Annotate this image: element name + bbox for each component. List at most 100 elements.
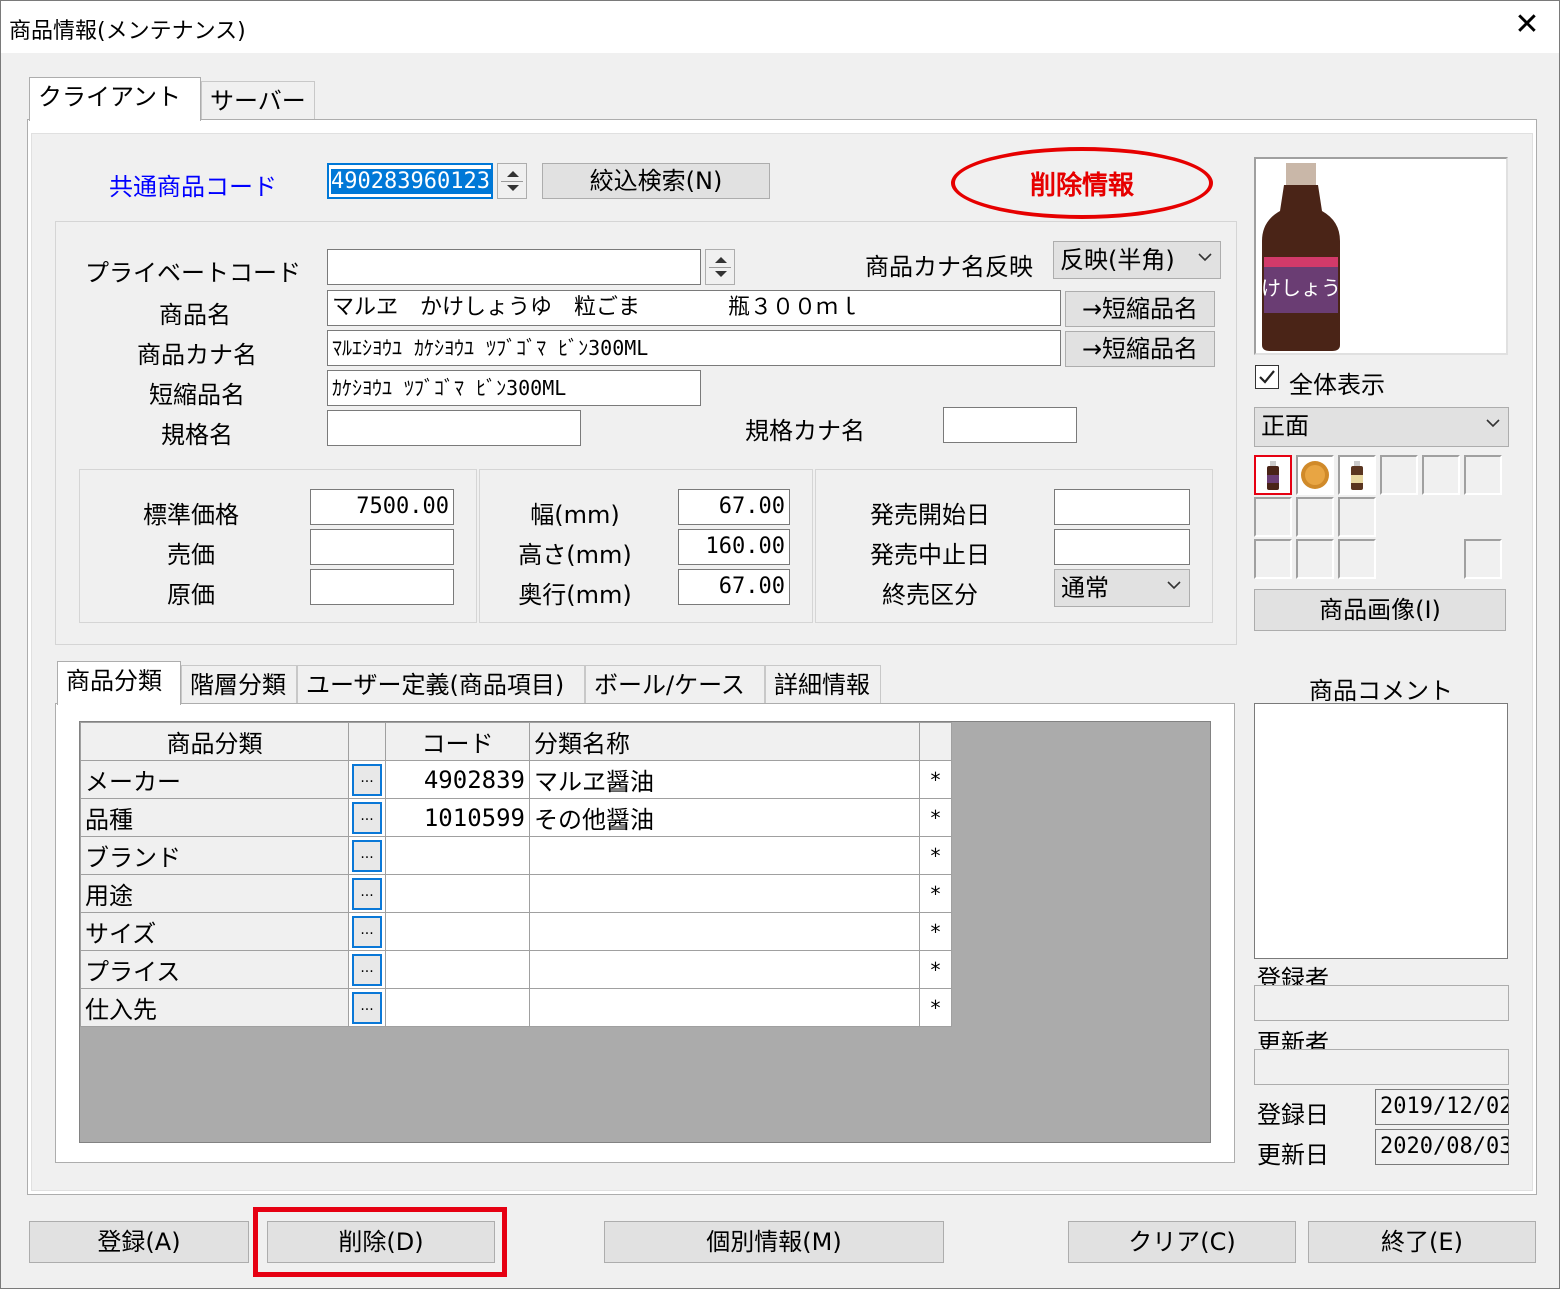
check-icon bbox=[1259, 370, 1275, 384]
row-code[interactable]: 1010599 bbox=[385, 798, 530, 837]
row-name[interactable] bbox=[529, 950, 920, 989]
category-grid-area: 商品分類 コード 分類名称 メーカー ... 4902839 マルヱ醤油 * 品… bbox=[79, 721, 1211, 1143]
tab-hierarchy[interactable]: 階層分類 bbox=[181, 665, 297, 705]
row-code[interactable] bbox=[385, 912, 530, 951]
depth-input[interactable]: 67.00 bbox=[678, 569, 790, 605]
tab-ball-case[interactable]: ボール/ケース bbox=[585, 665, 765, 705]
width-input[interactable]: 67.00 bbox=[678, 489, 790, 525]
private-code-spinner[interactable] bbox=[705, 249, 735, 285]
kana-reflect-select[interactable]: 反映(半角) bbox=[1053, 241, 1221, 279]
exit-button[interactable]: 終了(E) bbox=[1308, 1221, 1536, 1263]
product-kana-input[interactable]: ﾏﾙｴｼﾖｳﾕ ｶｹｼﾖｳﾕ ﾂﾌﾞｺﾞﾏ ﾋﾞﾝ300ML bbox=[327, 330, 1061, 366]
row-code[interactable]: 4902839 bbox=[385, 760, 530, 799]
lookup-button[interactable]: ... bbox=[352, 763, 382, 796]
tab-product-category[interactable]: 商品分類 bbox=[57, 661, 181, 705]
tab-client-label: クライアント bbox=[38, 83, 182, 111]
table-row[interactable]: サイズ ... * bbox=[80, 912, 952, 951]
row-lookup-cell: ... bbox=[348, 912, 386, 951]
tab-client[interactable]: クライアント bbox=[29, 77, 201, 121]
standard-price-input[interactable]: 7500.00 bbox=[310, 489, 454, 525]
table-row[interactable]: 用途 ... * bbox=[80, 874, 952, 913]
tab-server[interactable]: サーバー bbox=[201, 81, 315, 121]
thumbnail-empty[interactable] bbox=[1464, 455, 1502, 495]
row-name[interactable]: その他醤油 bbox=[529, 798, 920, 837]
row-required-mark: * bbox=[919, 950, 952, 989]
view-select[interactable]: 正面 bbox=[1254, 407, 1509, 447]
table-row[interactable]: プライス ... * bbox=[80, 950, 952, 989]
sales-start-input[interactable] bbox=[1054, 489, 1190, 525]
common-code-label[interactable]: 共通商品コード bbox=[109, 167, 277, 202]
thumbnail-top[interactable] bbox=[1296, 455, 1334, 495]
row-category: 仕入先 bbox=[80, 988, 349, 1027]
lookup-button[interactable]: ... bbox=[352, 915, 382, 948]
to-short-name-button-2[interactable]: →短縮品名 bbox=[1065, 331, 1215, 367]
row-code[interactable] bbox=[385, 874, 530, 913]
spec-name-input[interactable] bbox=[327, 410, 581, 446]
thumbnail-empty[interactable] bbox=[1380, 455, 1418, 495]
row-name[interactable] bbox=[529, 836, 920, 875]
row-code[interactable] bbox=[385, 836, 530, 875]
row-required-mark: * bbox=[919, 874, 952, 913]
product-comment-textarea[interactable] bbox=[1254, 703, 1508, 959]
product-image-button[interactable]: 商品画像(I) bbox=[1254, 589, 1506, 631]
row-code[interactable] bbox=[385, 950, 530, 989]
table-row[interactable]: ブランド ... * bbox=[80, 836, 952, 875]
row-name[interactable] bbox=[529, 874, 920, 913]
delete-button[interactable]: 削除(D) bbox=[267, 1221, 495, 1263]
clear-button[interactable]: クリア(C) bbox=[1068, 1221, 1296, 1263]
row-code[interactable] bbox=[385, 988, 530, 1027]
kana-reflect-label: 商品カナ名反映 bbox=[865, 253, 1033, 281]
cost-price-input[interactable] bbox=[310, 569, 454, 605]
thumbnail-front[interactable] bbox=[1254, 455, 1292, 495]
tab-user-defined[interactable]: ユーザー定義(商品項目) bbox=[297, 665, 585, 705]
thumbnail-empty[interactable] bbox=[1296, 497, 1334, 537]
end-kind-select[interactable]: 通常 bbox=[1054, 569, 1190, 607]
kana-reflect-value: 反映(半角) bbox=[1060, 246, 1175, 274]
product-comment-label: 商品コメント bbox=[1309, 677, 1453, 705]
row-name[interactable]: マルヱ醤油 bbox=[529, 760, 920, 799]
spec-kana-input[interactable] bbox=[943, 407, 1077, 443]
lookup-button[interactable]: ... bbox=[352, 801, 382, 834]
product-image-frame[interactable]: かけしょうゆ bbox=[1254, 157, 1508, 355]
register-button[interactable]: 登録(A) bbox=[29, 1221, 249, 1263]
lookup-button[interactable]: ... bbox=[352, 877, 382, 910]
sell-price-input[interactable] bbox=[310, 529, 454, 565]
thumbnail-empty[interactable] bbox=[1338, 539, 1376, 579]
common-code-input[interactable]: 4902839601235 bbox=[327, 163, 493, 199]
thumbnail-empty[interactable] bbox=[1464, 539, 1502, 579]
short-name-input[interactable]: ｶｹｼﾖｳﾕ ﾂﾌﾞｺﾞﾏ ﾋﾞﾝ300ML bbox=[327, 370, 701, 406]
height-input[interactable]: 160.00 bbox=[678, 529, 790, 565]
row-category: プライス bbox=[80, 950, 349, 989]
grid-header-button bbox=[348, 722, 386, 761]
tab-details[interactable]: 詳細情報 bbox=[765, 665, 881, 705]
table-row[interactable]: 品種 ... 1010599 その他醤油 * bbox=[80, 798, 952, 837]
thumbnail-side[interactable] bbox=[1338, 455, 1376, 495]
row-name[interactable] bbox=[529, 988, 920, 1027]
close-icon[interactable]: ✕ bbox=[1509, 7, 1545, 43]
thumbnail-empty[interactable] bbox=[1254, 497, 1292, 537]
show-all-checkbox[interactable] bbox=[1255, 365, 1279, 389]
individual-info-button[interactable]: 個別情報(M) bbox=[604, 1221, 944, 1263]
to-short-name-button-1[interactable]: →短縮品名 bbox=[1065, 291, 1215, 327]
registered-date-field: 2019/12/02 bbox=[1375, 1089, 1509, 1125]
row-category: 用途 bbox=[80, 874, 349, 913]
row-required-mark: * bbox=[919, 760, 952, 799]
lookup-button[interactable]: ... bbox=[352, 839, 382, 872]
row-name[interactable] bbox=[529, 912, 920, 951]
private-code-input[interactable] bbox=[327, 249, 701, 285]
narrow-search-button[interactable]: 絞込検索(N) bbox=[542, 163, 770, 199]
depth-label: 奥行(mm) bbox=[518, 581, 632, 609]
table-row[interactable]: メーカー ... 4902839 マルヱ醤油 * bbox=[80, 760, 952, 799]
lookup-button[interactable]: ... bbox=[352, 991, 382, 1024]
lookup-button[interactable]: ... bbox=[352, 953, 382, 986]
sales-stop-input[interactable] bbox=[1054, 529, 1190, 565]
thumbnail-empty[interactable] bbox=[1296, 539, 1334, 579]
product-name-input[interactable]: マルヱ かけしょうゆ 粒ごま 瓶３００ｍｌ bbox=[327, 290, 1061, 326]
registrant-field bbox=[1254, 985, 1509, 1021]
thumbnail-empty[interactable] bbox=[1254, 539, 1292, 579]
common-code-spinner[interactable] bbox=[497, 163, 527, 199]
thumbnail-empty[interactable] bbox=[1338, 497, 1376, 537]
table-row[interactable]: 仕入先 ... * bbox=[80, 988, 952, 1027]
thumbnail-empty[interactable] bbox=[1422, 455, 1460, 495]
sales-stop-label: 発売中止日 bbox=[870, 541, 990, 569]
